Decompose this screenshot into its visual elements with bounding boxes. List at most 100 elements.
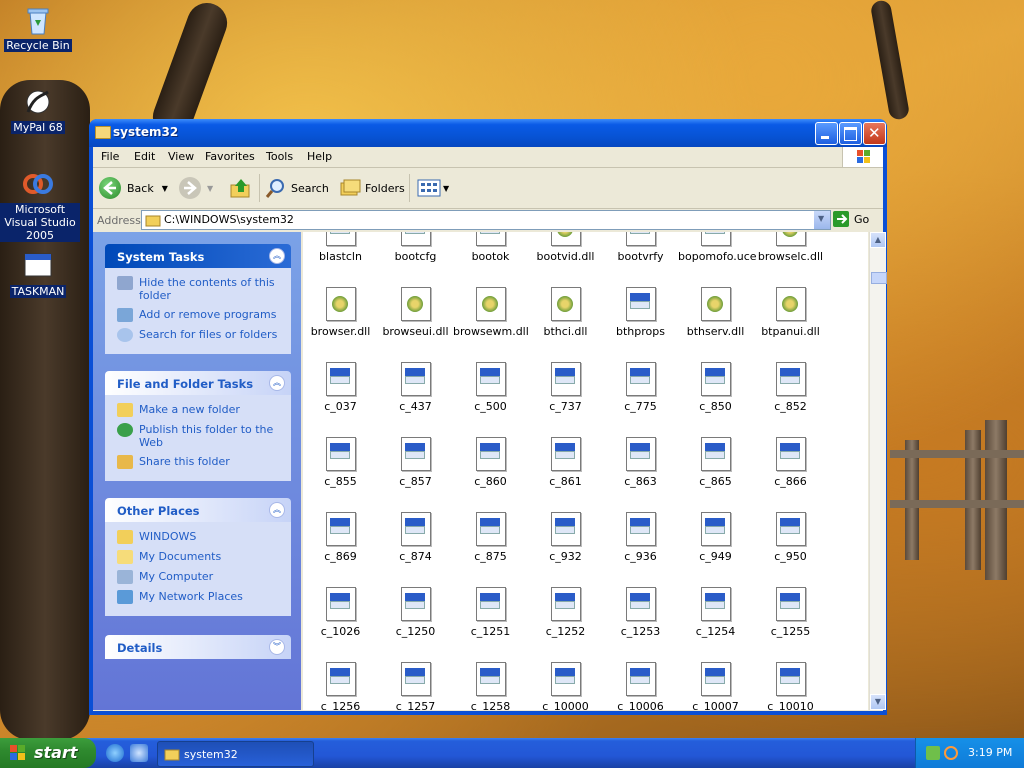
file-item[interactable]: bthprops xyxy=(603,287,678,338)
file-item[interactable]: btpanui.dll xyxy=(753,287,828,338)
file-item[interactable]: c_850 xyxy=(678,362,753,413)
file-item[interactable]: c_1256 xyxy=(303,662,378,710)
desktop-icon-recycle-bin[interactable]: Recycle Bin xyxy=(0,4,76,52)
file-item[interactable]: c_932 xyxy=(528,512,603,563)
file-item[interactable]: bootok xyxy=(453,232,528,263)
file-item[interactable]: c_852 xyxy=(753,362,828,413)
file-item[interactable]: c_857 xyxy=(378,437,453,488)
file-item[interactable]: c_1251 xyxy=(453,587,528,638)
network-tray-icon[interactable] xyxy=(926,746,940,760)
place-my-computer[interactable]: My Computer xyxy=(117,570,283,584)
minimize-button[interactable] xyxy=(815,122,838,145)
menu-view[interactable]: View xyxy=(168,150,194,163)
file-item[interactable]: c_866 xyxy=(753,437,828,488)
file-item[interactable]: c_949 xyxy=(678,512,753,563)
task-search-files[interactable]: Search for files or folders xyxy=(117,328,283,342)
scroll-down-button[interactable]: ▼ xyxy=(870,694,886,710)
file-item[interactable]: bootcfg xyxy=(378,232,453,263)
file-item[interactable]: bthci.dll xyxy=(528,287,603,338)
file-item[interactable]: c_860 xyxy=(453,437,528,488)
place-my-documents[interactable]: My Documents xyxy=(117,550,283,564)
file-item[interactable]: c_861 xyxy=(528,437,603,488)
task-publish-web[interactable]: Publish this folder to the Web xyxy=(117,423,283,449)
file-item[interactable]: c_1254 xyxy=(678,587,753,638)
task-new-folder[interactable]: Make a new folder xyxy=(117,403,283,417)
chevron-down-icon[interactable]: ▼ xyxy=(162,184,168,193)
file-item[interactable]: c_1253 xyxy=(603,587,678,638)
other-places-header[interactable]: Other Places ︽ xyxy=(105,498,291,522)
file-item[interactable]: browser.dll xyxy=(303,287,378,338)
file-item[interactable]: c_775 xyxy=(603,362,678,413)
file-item[interactable]: c_10006 xyxy=(603,662,678,710)
file-item[interactable]: bopomofo.uce xyxy=(678,232,757,263)
search-tray-icon[interactable] xyxy=(944,746,958,760)
expand-icon[interactable]: ︾ xyxy=(269,639,285,655)
system-tasks-header[interactable]: System Tasks ︽ xyxy=(105,244,291,268)
file-item[interactable]: c_875 xyxy=(453,512,528,563)
desktop-icon-taskman[interactable]: TASKMAN xyxy=(0,250,76,298)
show-desktop-icon[interactable] xyxy=(130,744,148,762)
task-share-folder[interactable]: Share this folder xyxy=(117,455,283,469)
file-item[interactable]: browsewm.dll xyxy=(453,287,529,338)
collapse-icon[interactable]: ︽ xyxy=(269,502,285,518)
file-item[interactable]: c_869 xyxy=(303,512,378,563)
menu-edit[interactable]: Edit xyxy=(134,150,155,163)
menu-file[interactable]: File xyxy=(101,150,119,163)
place-windows[interactable]: WINDOWS xyxy=(117,530,283,544)
file-item[interactable]: c_10000 xyxy=(528,662,603,710)
desktop-icon-visual-studio[interactable]: Microsoft Visual Studio 2005 xyxy=(0,168,80,242)
maximize-button[interactable] xyxy=(839,122,862,145)
task-add-remove-programs[interactable]: Add or remove programs xyxy=(117,308,283,322)
file-item[interactable]: c_1026 xyxy=(303,587,378,638)
views-button[interactable]: ▼ xyxy=(417,176,449,200)
scroll-thumb[interactable] xyxy=(871,272,887,284)
clock[interactable]: 3:19 PM xyxy=(968,746,1012,759)
title-bar[interactable]: system32 ✕ xyxy=(89,119,887,147)
place-my-network[interactable]: My Network Places xyxy=(117,590,283,604)
file-item[interactable]: c_1257 xyxy=(378,662,453,710)
vertical-scrollbar[interactable]: ▲ ▼ xyxy=(869,232,887,710)
file-item[interactable]: c_1252 xyxy=(528,587,603,638)
menu-help[interactable]: Help xyxy=(307,150,332,163)
address-dropdown-button[interactable]: ▼ xyxy=(814,211,830,229)
menu-favorites[interactable]: Favorites xyxy=(205,150,255,163)
file-item[interactable]: c_865 xyxy=(678,437,753,488)
go-button[interactable]: Go xyxy=(833,211,869,227)
file-item[interactable]: c_874 xyxy=(378,512,453,563)
file-item[interactable]: bootvid.dll xyxy=(528,232,603,263)
back-button[interactable]: Back ▼ xyxy=(99,176,168,200)
internet-explorer-icon[interactable] xyxy=(106,744,124,762)
file-item[interactable]: browseui.dll xyxy=(378,287,453,338)
close-button[interactable]: ✕ xyxy=(863,122,886,145)
file-item[interactable]: bootvrfy xyxy=(603,232,678,263)
file-item[interactable]: c_1258 xyxy=(453,662,528,710)
address-input[interactable]: C:\WINDOWS\system32 ▼ xyxy=(141,210,831,230)
scroll-up-button[interactable]: ▲ xyxy=(870,232,886,248)
file-item[interactable]: bthserv.dll xyxy=(678,287,753,338)
up-folder-button[interactable] xyxy=(229,176,253,200)
taskbar-button-system32[interactable]: system32 xyxy=(157,741,314,767)
file-item[interactable]: c_10010 xyxy=(753,662,828,710)
file-item[interactable]: c_437 xyxy=(378,362,453,413)
file-item[interactable]: c_500 xyxy=(453,362,528,413)
desktop-icon-mypal[interactable]: MyPal 68 xyxy=(0,86,76,134)
collapse-icon[interactable]: ︽ xyxy=(269,248,285,264)
forward-button[interactable]: ▼ xyxy=(179,176,213,200)
file-item[interactable]: c_10007 xyxy=(678,662,753,710)
collapse-icon[interactable]: ︽ xyxy=(269,375,285,391)
file-item[interactable]: c_1250 xyxy=(378,587,453,638)
file-item[interactable]: c_863 xyxy=(603,437,678,488)
file-item[interactable]: c_950 xyxy=(753,512,828,563)
file-item[interactable]: c_737 xyxy=(528,362,603,413)
file-item[interactable]: c_936 xyxy=(603,512,678,563)
file-item[interactable]: blastcln xyxy=(303,232,378,263)
file-item[interactable]: browselc.dll xyxy=(753,232,828,263)
file-item[interactable]: c_855 xyxy=(303,437,378,488)
file-item[interactable]: c_037 xyxy=(303,362,378,413)
file-item[interactable]: c_1255 xyxy=(753,587,828,638)
details-header[interactable]: Details ︾ xyxy=(105,635,291,659)
folders-button[interactable]: Folders xyxy=(339,176,405,200)
task-hide-contents[interactable]: Hide the contents of this folder xyxy=(117,276,283,302)
search-button[interactable]: Search xyxy=(265,176,329,200)
file-folder-tasks-header[interactable]: File and Folder Tasks ︽ xyxy=(105,371,291,395)
